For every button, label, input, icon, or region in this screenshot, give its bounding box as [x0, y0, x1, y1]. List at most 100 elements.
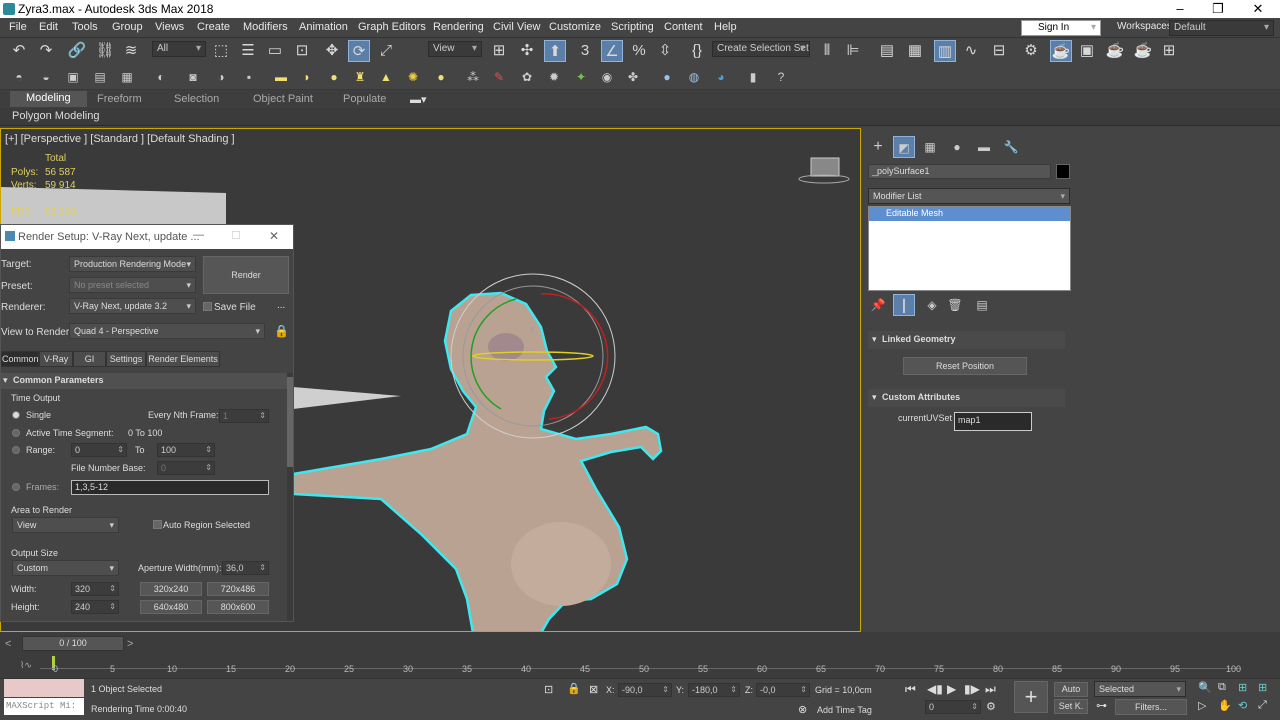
- curve-editor-icon[interactable]: ∿: [960, 40, 982, 62]
- undo-icon[interactable]: ↶: [8, 40, 30, 62]
- polygon-modeling-label[interactable]: Polygon Modeling: [12, 110, 99, 122]
- align-icon[interactable]: ⊫: [842, 40, 864, 62]
- preset-800x600-button[interactable]: 800x600: [207, 600, 269, 614]
- tab-vray[interactable]: V-Ray: [39, 351, 73, 367]
- vray-cam-icon[interactable]: ◙: [182, 66, 204, 88]
- render-button[interactable]: Render: [203, 256, 289, 294]
- modifier-list-dropdown[interactable]: Modifier List: [868, 188, 1070, 204]
- active-segment-radio[interactable]: [12, 429, 20, 437]
- spinner-snap-icon[interactable]: ⇳: [654, 40, 676, 62]
- zoom-extents-icon[interactable]: ⊞: [1238, 681, 1247, 694]
- aperture-width-spinner[interactable]: 36,0: [222, 561, 269, 575]
- menu-help[interactable]: Help: [714, 21, 737, 33]
- reference-coord-dropdown[interactable]: View: [428, 41, 482, 57]
- x-coordinate-spinner[interactable]: -90,0: [618, 683, 672, 697]
- tab-render-elements[interactable]: Render Elements: [146, 351, 220, 367]
- linked-geometry-rollout[interactable]: ▾ Linked Geometry: [868, 331, 1065, 349]
- add-time-tag-button[interactable]: Add Time Tag: [817, 705, 872, 715]
- vray-lister-icon[interactable]: ▤: [89, 66, 111, 88]
- hierarchy-tab-icon[interactable]: ▦: [919, 136, 941, 158]
- maxscript-mini-listener[interactable]: MAXScript Mi:: [4, 698, 84, 715]
- vray-mesh-export-icon[interactable]: ✿: [516, 66, 538, 88]
- maxscript-listener-output[interactable]: [4, 679, 84, 697]
- motion-tab-icon[interactable]: ●: [946, 136, 968, 158]
- ribbon-toggle-icon[interactable]: ▥: [934, 40, 956, 62]
- mirror-icon[interactable]: ⫴: [816, 40, 838, 62]
- vray-light-lister-icon[interactable]: ◐: [150, 66, 172, 88]
- display-tab-icon[interactable]: ▬: [973, 136, 995, 158]
- angle-snap-icon[interactable]: ∠: [601, 40, 623, 62]
- zoom-icon[interactable]: 🔍: [1198, 681, 1212, 694]
- save-file-checkbox[interactable]: [203, 302, 212, 311]
- ribbon-options-icon[interactable]: ▬▾: [410, 93, 427, 106]
- minimize-button[interactable]: –: [1160, 0, 1200, 18]
- auto-region-checkbox[interactable]: [153, 520, 162, 529]
- maximize-viewport-icon[interactable]: ⤢: [1258, 699, 1267, 712]
- dialog-scrollbar[interactable]: [287, 373, 293, 621]
- menu-rendering[interactable]: Rendering: [433, 21, 484, 33]
- view-to-render-dropdown[interactable]: Quad 4 - Perspective: [69, 323, 265, 339]
- vray-mtl-icon[interactable]: ●: [656, 66, 678, 88]
- orbit-icon[interactable]: ⟲: [1238, 699, 1247, 712]
- rotate-icon[interactable]: ⟳: [348, 40, 370, 62]
- menu-create[interactable]: Create: [197, 21, 230, 33]
- select-manipulate-icon[interactable]: ✣: [516, 40, 538, 62]
- range-radio[interactable]: [12, 446, 20, 454]
- menu-group[interactable]: Group: [112, 21, 143, 33]
- layer-explorer-icon[interactable]: ▦: [904, 40, 926, 62]
- render-setup-icon[interactable]: ☕: [1050, 40, 1072, 62]
- render-cloud-icon[interactable]: ⊞: [1158, 40, 1180, 62]
- timeline-next-icon[interactable]: >: [127, 638, 133, 650]
- show-end-result-icon[interactable]: ┃: [893, 294, 915, 316]
- scale-icon[interactable]: ⤢: [375, 40, 397, 62]
- named-selection-dropdown[interactable]: Create Selection Set: [712, 41, 810, 57]
- vray-physical-cam-icon[interactable]: ◑: [210, 66, 232, 88]
- vray-plane-light-icon[interactable]: ▬: [270, 66, 292, 88]
- vray-spot-light-icon[interactable]: ▲: [375, 66, 397, 88]
- tab-settings[interactable]: Settings: [106, 351, 146, 367]
- single-radio[interactable]: [12, 411, 20, 419]
- time-config-icon[interactable]: ⚙: [986, 700, 996, 713]
- menu-file[interactable]: File: [9, 21, 27, 33]
- rectangular-selection-icon[interactable]: ▭: [264, 40, 286, 62]
- preset-320x240-button[interactable]: 320x240: [140, 582, 202, 596]
- zoom-all-icon[interactable]: ⧉: [1218, 681, 1226, 694]
- vray-dome-cam-icon[interactable]: ▪: [238, 66, 260, 88]
- field-of-view-icon[interactable]: ▷: [1198, 699, 1206, 712]
- time-slider[interactable]: 0 / 100: [22, 636, 124, 651]
- key-filters-icon[interactable]: ⊶: [1096, 699, 1107, 712]
- next-frame-icon[interactable]: ▮▶: [964, 682, 980, 696]
- preset-640x480-button[interactable]: 640x480: [140, 600, 202, 614]
- frames-radio[interactable]: [12, 483, 20, 491]
- uvset-input[interactable]: map1: [954, 412, 1032, 431]
- file-number-base-spinner[interactable]: 0: [157, 461, 215, 475]
- percent-snap-icon[interactable]: %: [628, 40, 650, 62]
- menu-customize[interactable]: Customize: [549, 21, 601, 33]
- vray-ipr-icon[interactable]: ◒: [35, 66, 57, 88]
- remove-modifier-icon[interactable]: 🗑: [944, 294, 966, 316]
- stack-item-editable-mesh[interactable]: Editable Mesh: [869, 207, 1070, 221]
- move-icon[interactable]: ✥: [321, 40, 343, 62]
- play-icon[interactable]: ▶: [947, 682, 956, 696]
- tab-gi[interactable]: GI: [73, 351, 106, 367]
- make-unique-icon[interactable]: ◈: [921, 294, 943, 316]
- material-editor-icon[interactable]: ⚙: [1020, 40, 1042, 62]
- y-coordinate-spinner[interactable]: -180,0: [688, 683, 740, 697]
- tab-populate[interactable]: Populate: [343, 93, 386, 105]
- rendered-frame-window-icon[interactable]: ▣: [1076, 40, 1098, 62]
- set-key-icon[interactable]: +: [1014, 681, 1048, 713]
- go-to-end-icon[interactable]: ⏭: [985, 682, 996, 697]
- time-tag-icon[interactable]: ⊗: [798, 703, 807, 716]
- render-production-icon[interactable]: ☕: [1104, 40, 1126, 62]
- auto-key-button[interactable]: Auto: [1054, 682, 1088, 697]
- configure-sets-icon[interactable]: ▤: [971, 294, 993, 316]
- dialog-minimize-button[interactable]: —: [193, 229, 204, 241]
- target-dropdown[interactable]: Production Rendering Mode: [69, 256, 196, 272]
- tab-object-paint[interactable]: Object Paint: [253, 93, 313, 105]
- edit-named-selection-icon[interactable]: {}: [686, 40, 708, 62]
- vray-dome-light-icon[interactable]: ◗: [296, 66, 318, 88]
- dialog-scroll-thumb[interactable]: [287, 377, 293, 467]
- menu-scripting[interactable]: Scripting: [611, 21, 654, 33]
- width-spinner[interactable]: 320: [71, 582, 119, 596]
- isolate-selection-icon[interactable]: ⊡: [544, 683, 553, 696]
